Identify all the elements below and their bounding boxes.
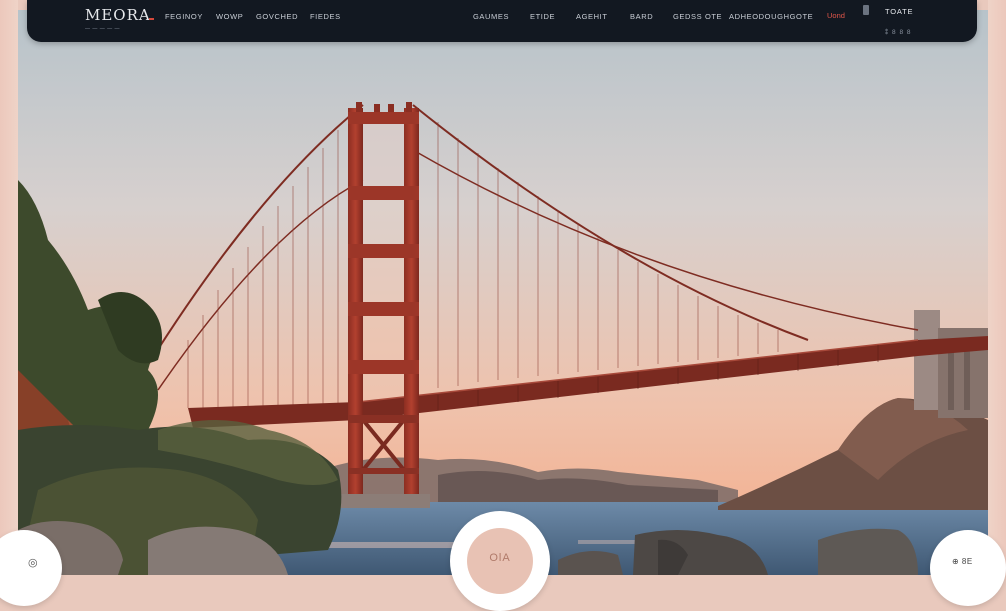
hero-image [18, 10, 988, 575]
center-action-button[interactable]: OlA [450, 511, 550, 611]
account-label[interactable]: TOATE [885, 7, 913, 16]
nav-link-9[interactable]: GEDSS OTE [673, 12, 722, 21]
bridge-tower [338, 102, 430, 508]
golden-gate-bridge-photo [18, 10, 988, 575]
gear-icon: ◎ [28, 557, 38, 569]
account-sublabel: ⁑ 8 8 8 [885, 29, 912, 36]
brand-logo[interactable]: MEORA — — — — — [85, 6, 155, 32]
right-button-label: ⊕ 8E [952, 557, 973, 566]
nav-link-6[interactable]: ETIDE [530, 12, 555, 21]
center-button-label: OlA [489, 552, 511, 564]
right-action-button[interactable]: ⊕ 8E [930, 530, 1006, 606]
logo-tagline: — — — — — [85, 26, 121, 32]
nav-cta-link[interactable]: Uond [827, 11, 845, 20]
top-navbar: MEORA — — — — — FEGINOY WOWP GOVCHED FIE… [27, 0, 977, 42]
nav-link-7[interactable]: AGEHIT [576, 12, 608, 21]
nav-link-3[interactable]: GOVCHED [256, 12, 298, 21]
nav-link-8[interactable]: BARD [630, 12, 653, 21]
nav-link-4[interactable]: FIEDES [310, 12, 341, 21]
nav-link-5[interactable]: GAUMES [473, 12, 509, 21]
user-icon[interactable] [863, 5, 869, 15]
nav-link-2[interactable]: WOWP [216, 12, 243, 21]
nav-link-1[interactable]: FEGINOY [165, 12, 203, 21]
logo-accent-mark [149, 18, 154, 20]
logo-wordmark: MEORA [85, 6, 151, 24]
nav-link-10[interactable]: ADHEODOUGHGOTE [729, 12, 813, 21]
page-frame: MEORA — — — — — FEGINOY WOWP GOVCHED FIE… [0, 0, 1006, 611]
